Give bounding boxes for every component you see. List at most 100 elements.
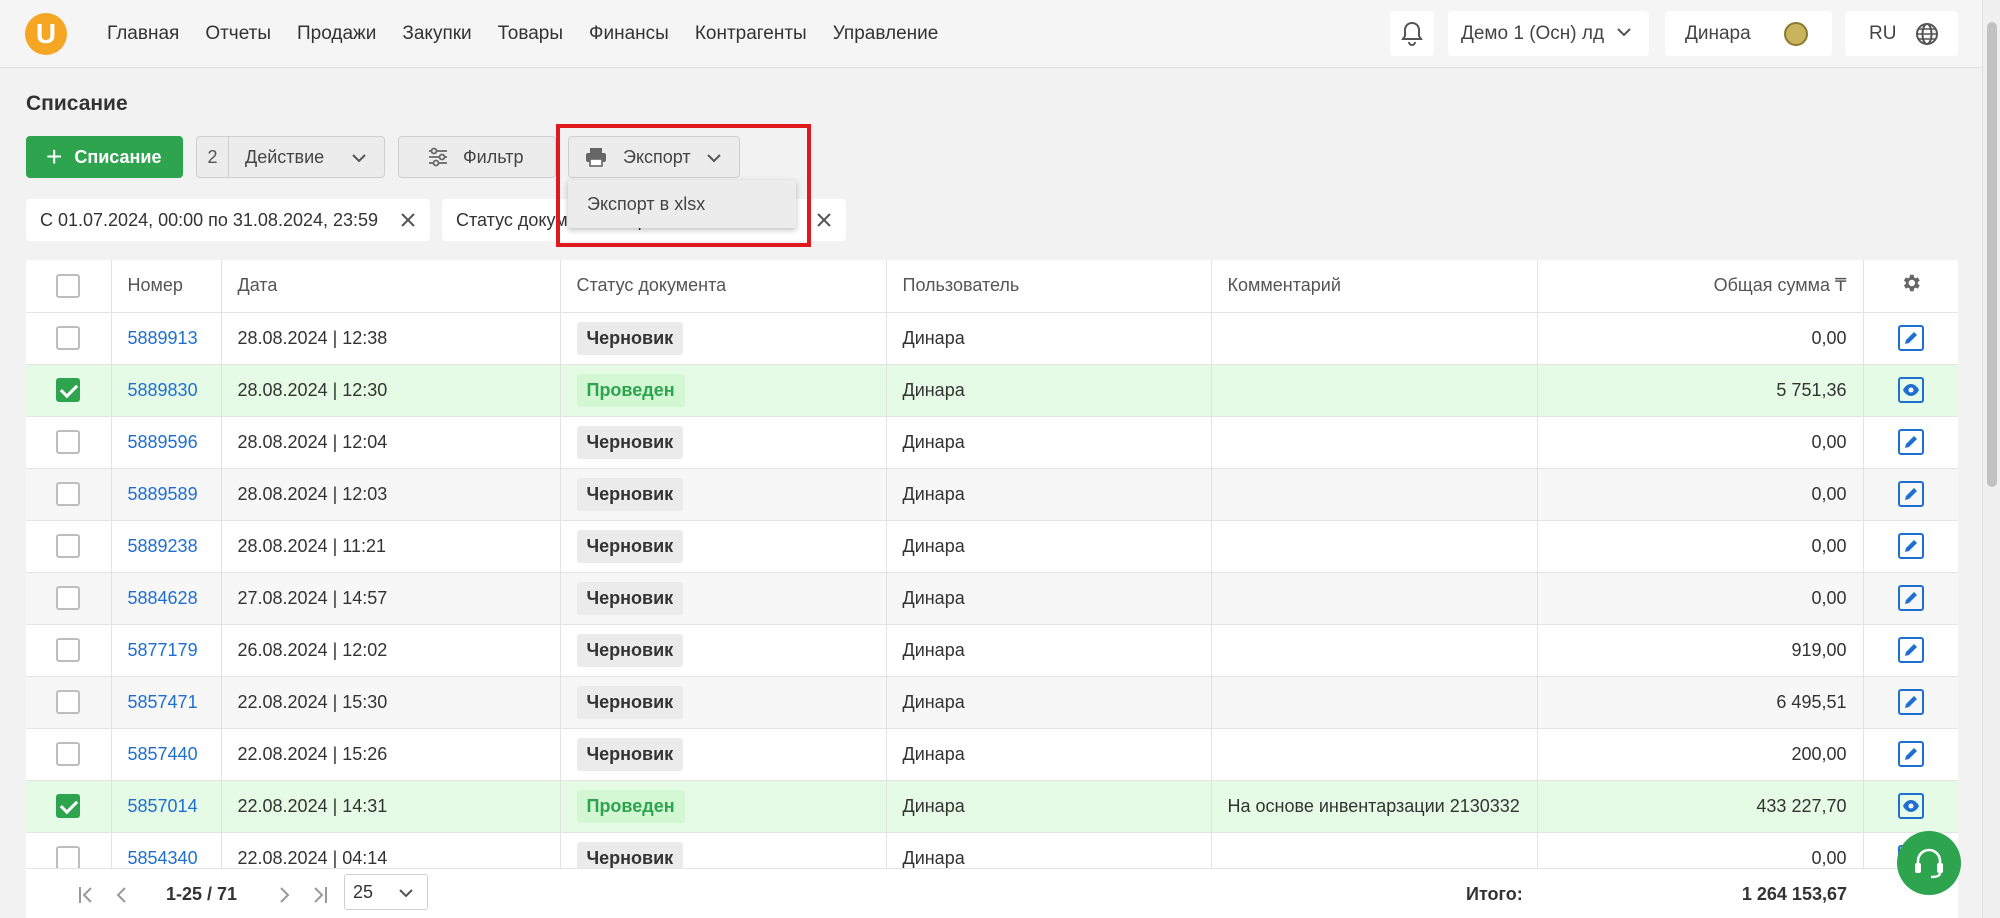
edit-icon[interactable] xyxy=(1897,585,1924,611)
row-action-cell xyxy=(1863,624,1958,677)
date-cell: 22.08.2024 | 15:30 xyxy=(221,676,561,729)
doc-number-link[interactable]: 5884628 xyxy=(128,588,198,608)
action-button[interactable]: 2 Действие xyxy=(196,136,385,178)
table-row[interactable]: 5889830 28.08.2024 | 12:30 Проведен Динара 5… xyxy=(26,364,1958,417)
column-number[interactable]: Номер xyxy=(111,260,222,313)
doc-number-link[interactable]: 5889596 xyxy=(128,432,198,452)
column-date[interactable]: Дата xyxy=(221,260,561,313)
status-cell: Черновик xyxy=(560,312,887,365)
prev-page-button[interactable] xyxy=(114,879,130,911)
table-row[interactable]: 5884628 27.08.2024 | 14:57 Черновик Динара 0… xyxy=(26,572,1958,625)
close-icon[interactable] xyxy=(396,208,420,232)
support-chat-button[interactable] xyxy=(1897,831,1961,895)
nav-reports[interactable]: Отчеты xyxy=(205,23,271,45)
table-row[interactable]: 5889913 28.08.2024 | 12:38 Черновик Динара 0… xyxy=(26,312,1958,365)
table-row[interactable]: 5857471 22.08.2024 | 15:30 Черновик Динара 6… xyxy=(26,676,1958,729)
column-user[interactable]: Пользователь xyxy=(886,260,1212,313)
table-row[interactable]: 5854340 22.08.2024 | 04:14 Черновик Динара 0… xyxy=(26,832,1958,868)
user-menu[interactable]: Динара xyxy=(1665,11,1832,56)
select-all-checkbox[interactable] xyxy=(56,273,81,298)
gear-icon[interactable] xyxy=(1900,272,1922,294)
row-checkbox[interactable] xyxy=(56,326,81,350)
close-icon[interactable] xyxy=(812,208,836,232)
status-badge: Черновик xyxy=(576,841,684,868)
row-checkbox[interactable] xyxy=(56,794,81,818)
row-action-cell xyxy=(1863,572,1958,625)
first-page-button[interactable] xyxy=(76,879,96,911)
doc-number-link[interactable]: 5857014 xyxy=(128,796,198,816)
edit-icon[interactable] xyxy=(1897,481,1924,507)
comment-cell xyxy=(1211,832,1538,868)
globe-icon xyxy=(1916,23,1938,45)
organization-select[interactable]: Демо 1 (Осн) лд xyxy=(1448,11,1649,56)
page-scrollbar[interactable] xyxy=(1982,0,2000,918)
table-row[interactable]: 5889238 28.08.2024 | 11:21 Черновик Динара 0… xyxy=(26,520,1958,573)
doc-number-link[interactable]: 5877179 xyxy=(128,640,198,660)
nav-contractors[interactable]: Контрагенты xyxy=(695,23,807,45)
table-row[interactable]: 5889589 28.08.2024 | 12:03 Черновик Динара 0… xyxy=(26,468,1958,521)
app-logo[interactable]: U xyxy=(25,13,67,55)
total-value: 1 264 153,67 xyxy=(1741,884,1847,904)
doc-number-link[interactable]: 5889830 xyxy=(128,380,198,400)
nav-purchases[interactable]: Закупки xyxy=(402,23,471,45)
edit-icon[interactable] xyxy=(1897,689,1924,715)
row-checkbox-cell xyxy=(26,832,112,868)
doc-number-link[interactable]: 5857471 xyxy=(128,692,198,712)
scrollbar-thumb[interactable] xyxy=(1987,22,1997,487)
add-writeoff-button[interactable]: + Списание xyxy=(26,136,183,178)
chevron-left-icon xyxy=(116,887,126,903)
table-row[interactable]: 5877179 26.08.2024 | 12:02 Черновик Динара 9… xyxy=(26,624,1958,677)
table-row[interactable]: 5889596 28.08.2024 | 12:04 Черновик Динара 0… xyxy=(26,416,1958,469)
status-cell: Черновик xyxy=(560,572,887,625)
filter-button[interactable]: Фильтр xyxy=(398,136,556,178)
row-checkbox[interactable] xyxy=(56,638,81,662)
doc-number-link[interactable]: 5854340 xyxy=(128,848,198,868)
status-badge: Проведен xyxy=(576,373,685,407)
row-checkbox[interactable] xyxy=(56,742,81,766)
table-row[interactable]: 5857440 22.08.2024 | 15:26 Черновик Динара 2… xyxy=(26,728,1958,781)
chevron-right-icon xyxy=(280,887,290,903)
row-checkbox[interactable] xyxy=(56,482,81,506)
edit-icon[interactable] xyxy=(1897,637,1924,663)
row-checkbox[interactable] xyxy=(56,846,81,868)
column-status[interactable]: Статус документа xyxy=(560,260,887,313)
doc-number-link[interactable]: 5889238 xyxy=(128,536,198,556)
column-comment[interactable]: Комментарий xyxy=(1211,260,1538,313)
doc-number-cell: 5889596 xyxy=(111,416,222,469)
action-label: Действие xyxy=(245,146,325,167)
nav-home[interactable]: Главная xyxy=(107,23,179,45)
last-page-button[interactable] xyxy=(310,879,330,911)
doc-number-link[interactable]: 5889913 xyxy=(128,328,198,348)
doc-number-cell: 5857440 xyxy=(111,728,222,781)
nav-products[interactable]: Товары xyxy=(498,23,563,45)
row-checkbox[interactable] xyxy=(56,586,81,610)
nav-finance[interactable]: Финансы xyxy=(589,23,669,45)
comment-cell xyxy=(1211,572,1538,625)
row-checkbox[interactable] xyxy=(56,534,81,558)
row-checkbox-cell xyxy=(26,520,112,573)
eye-icon[interactable] xyxy=(1897,377,1924,403)
column-settings xyxy=(1863,260,1958,313)
row-checkbox[interactable] xyxy=(56,430,81,454)
language-select[interactable]: RU xyxy=(1845,11,1958,56)
edit-icon[interactable] xyxy=(1897,741,1924,767)
user-cell: Динара xyxy=(886,468,1212,521)
comment-cell: На основе инвентарзации 2130332 xyxy=(1211,780,1538,833)
date-cell: 27.08.2024 | 14:57 xyxy=(221,572,561,625)
doc-number-link[interactable]: 5857440 xyxy=(128,744,198,764)
notifications-button[interactable] xyxy=(1390,11,1434,56)
page-size-select[interactable]: 25 xyxy=(344,874,428,910)
nav-management[interactable]: Управление xyxy=(833,23,939,45)
eye-icon[interactable] xyxy=(1897,793,1924,819)
row-checkbox[interactable] xyxy=(56,690,81,714)
nav-sales[interactable]: Продажи xyxy=(297,23,376,45)
column-total[interactable]: Общая сумма ₸ xyxy=(1537,260,1864,313)
avatar xyxy=(1784,22,1808,46)
doc-number-link[interactable]: 5889589 xyxy=(128,484,198,504)
edit-icon[interactable] xyxy=(1897,325,1924,351)
row-checkbox[interactable] xyxy=(56,378,81,402)
edit-icon[interactable] xyxy=(1897,429,1924,455)
table-row[interactable]: 5857014 22.08.2024 | 14:31 Проведен Динара Н… xyxy=(26,780,1958,833)
next-page-button[interactable] xyxy=(276,879,292,911)
edit-icon[interactable] xyxy=(1897,533,1924,559)
